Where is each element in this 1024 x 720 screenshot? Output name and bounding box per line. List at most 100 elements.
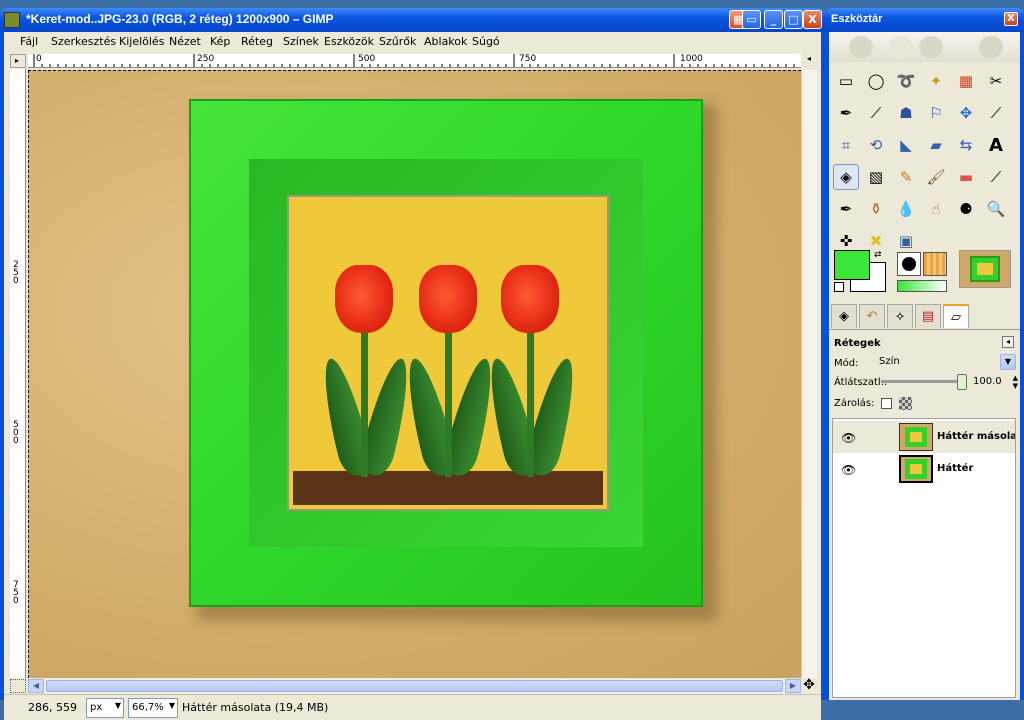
blend-icon[interactable]: ▧ [863,164,889,190]
color-picker-icon[interactable]: ⟋ [863,100,889,126]
text-icon[interactable]: A [983,132,1009,158]
lock-pixels-checkbox[interactable] [881,398,892,409]
reset-colors-icon[interactable] [834,282,844,292]
airbrush-icon[interactable]: ⟋ [983,164,1009,190]
bucket-fill-icon[interactable]: ◈ [833,164,859,190]
layers-tab-icon[interactable]: ▱ [943,304,969,328]
menu-image[interactable]: Kép [210,35,230,48]
channels-tab-icon[interactable]: ▤ [915,304,941,328]
navigate-icon[interactable]: ✥ [801,678,817,693]
tulip-stem [361,327,368,477]
pattern-preview[interactable] [923,252,947,276]
gimp-app-icon [4,12,20,28]
paintbrush-icon[interactable]: 🖌 [923,164,949,190]
mode-select[interactable]: Szín [879,356,900,367]
image-canvas[interactable] [28,70,801,678]
crop-icon[interactable]: ⌗ [833,132,859,158]
tulip-stem [527,327,534,477]
ruler-menu-button[interactable]: ▸ [10,54,26,68]
smudge-icon[interactable]: ☝ [923,196,949,222]
menu-layer[interactable]: Réteg [241,35,273,48]
eye-icon[interactable]: 👁 [841,463,856,477]
toolbox-title-bar[interactable]: Eszköztár X [825,8,1024,32]
scroll-right-icon[interactable]: ▶ [785,679,801,693]
panel-menu-icon[interactable]: ◂ [1002,336,1014,348]
close-button[interactable]: X [803,10,822,29]
perspective-icon[interactable]: ⇆ [953,132,979,158]
shear-icon[interactable]: ▰ [923,132,949,158]
menu-edit[interactable]: Szerkesztés [51,35,116,48]
perspective-clone-icon[interactable]: ▣ [893,228,919,254]
foreground-color[interactable] [834,250,870,280]
pencil-icon[interactable]: ✎ [893,164,919,190]
layer-row[interactable]: 👁 Háttér másolata [833,421,1015,453]
magnify-icon[interactable]: 🔍 [983,196,1009,222]
layer-row[interactable]: 👁 Háttér [833,453,1015,485]
layers-list[interactable]: 👁 Háttér másolata 👁 Háttér [832,418,1016,698]
free-select-icon[interactable]: ➰ [893,68,919,94]
zoom-fit-icon[interactable]: ◂ [801,54,817,68]
zoom-select[interactable]: 66,7% ▼ [128,698,178,718]
ruler-label: 750 [519,54,537,64]
eye-icon[interactable]: 👁 [841,431,856,445]
fuzzy-select-icon[interactable]: ✦ [923,68,949,94]
menu-view[interactable]: Nézet [169,35,201,48]
menu-windows[interactable]: Ablakok [424,35,467,48]
opacity-slider-handle[interactable] [957,374,967,390]
rotate-icon[interactable]: ⟲ [863,132,889,158]
move-icon[interactable]: ✥ [953,100,979,126]
undo-history-tab-icon[interactable]: ↶ [859,304,885,328]
vertical-scrollbar[interactable] [801,70,817,678]
status-message: Háttér másolata (19,4 MB) [182,701,329,714]
title-bar[interactable]: *Keret-mod..JPG-23.0 (RGB, 2 réteg) 1200… [0,8,825,32]
select-by-color-icon[interactable]: ▦ [953,68,979,94]
menu-help[interactable]: Súgó [472,35,500,48]
opacity-value[interactable]: 100.0 [973,376,1002,387]
paths-tab-icon[interactable]: ⟡ [887,304,913,328]
scroll-left-icon[interactable]: ◀ [28,679,44,693]
vertical-ruler[interactable]: 250 500 750 [10,69,26,678]
ink-icon[interactable]: ✒ [833,196,859,222]
horizontal-ruler[interactable]: 0 250 500 750 1000 [28,54,801,68]
clone-icon[interactable]: ⚱ [863,196,889,222]
chevron-down-icon[interactable]: ▼ [1000,354,1016,370]
paths-icon[interactable]: ✒ [833,100,859,126]
toolbox-close-button[interactable]: X [1004,12,1018,26]
gradient-preview[interactable] [897,280,947,292]
lock-alpha-icon[interactable] [899,397,912,410]
heal-icon[interactable]: 💧 [893,196,919,222]
opacity-slider[interactable] [881,380,961,383]
active-image-thumbnail[interactable] [959,250,1011,288]
scale-icon[interactable]: ◣ [893,132,919,158]
maximize-button[interactable]: □ [784,10,803,29]
tulip-flower [335,265,393,333]
layer-name[interactable]: Háttér [937,463,1015,474]
menu-filters[interactable]: Szűrők [379,35,416,48]
quick-mask-toggle[interactable] [10,679,26,693]
brush-preview[interactable] [897,252,921,276]
ellipse-select-icon[interactable]: ◯ [863,68,889,94]
menu-file[interactable]: Fájl [20,35,38,48]
menu-colors[interactable]: Színek [283,35,319,48]
swap-colors-icon[interactable]: ⇄ [874,250,882,260]
menu-select[interactable]: Kijelölés [119,35,164,48]
minimize-button[interactable]: _ [764,10,783,29]
wilber-drop-area[interactable] [829,32,1020,62]
eraser-icon[interactable]: ▬ [953,164,979,190]
layers-panel: Rétegek ◂ Mód: Szín ▼ Átlátszatl.: 100.0… [829,330,1020,700]
dodge-burn-icon[interactable]: ⚈ [953,196,979,222]
menu-bar: Fájl Szerkesztés Kijelölés Nézet Kép Rét… [4,32,821,52]
rect-select-icon[interactable]: ▭ [833,68,859,94]
measure-icon[interactable]: ⚐ [923,100,949,126]
menu-tools[interactable]: Eszközök [324,35,374,48]
spin-arrows-icon[interactable]: ▲ ▼ [1013,374,1018,390]
scissors-icon[interactable]: ✂ [983,68,1009,94]
tool-options-tab-icon[interactable]: ◈ [831,304,857,328]
scrollbar-thumb[interactable] [46,680,783,692]
unit-select[interactable]: px ▼ [86,698,124,718]
restore-icon[interactable]: ▭ [742,10,761,29]
zoom-people-icon[interactable]: ☗ [893,100,919,126]
horizontal-scrollbar[interactable]: ◀ ▶ [28,679,801,693]
layer-name[interactable]: Háttér másolata [937,431,1015,442]
align-icon[interactable]: ⟋ [983,100,1009,126]
